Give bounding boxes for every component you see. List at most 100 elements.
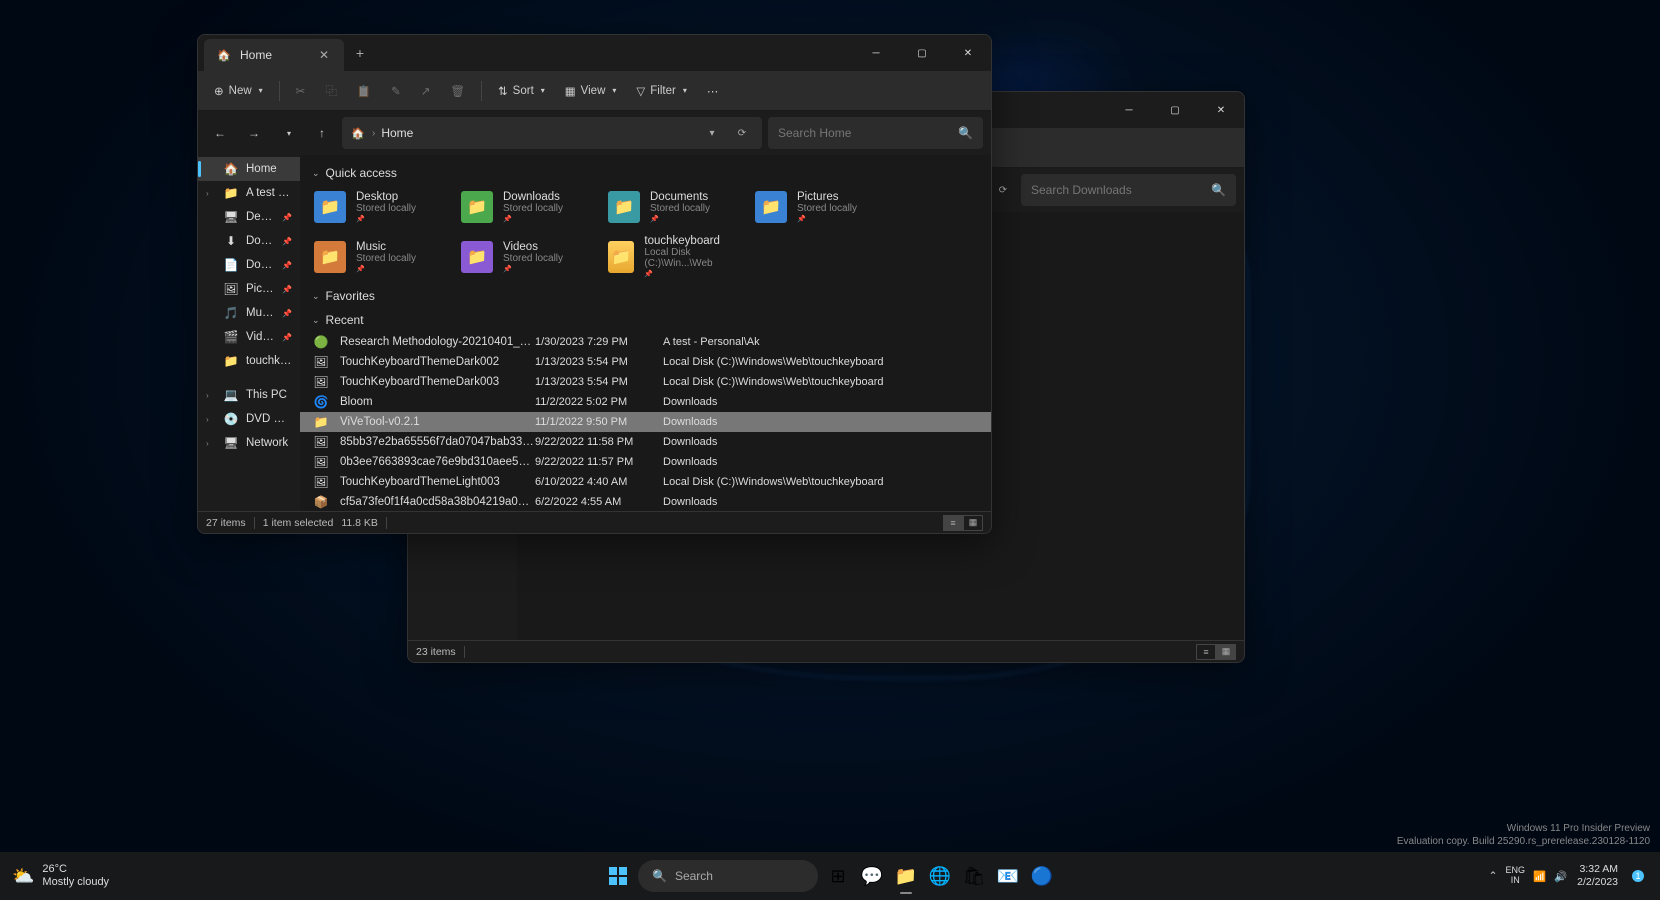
sidebar-item[interactable]: ›📁A test - Personal [198,181,300,205]
search-input[interactable] [1031,183,1211,197]
delete-button[interactable]: 🗑 [442,79,473,103]
recent-item[interactable]: 🖼TouchKeyboardThemeDark0021/13/2023 5:54… [300,352,991,372]
refresh-icon[interactable]: ⟳ [991,178,1015,202]
maximize-button[interactable]: ▢ [899,35,945,71]
breadcrumb[interactable]: Home [381,126,694,140]
view-grid-button[interactable]: ▦ [963,515,983,531]
back-button[interactable]: ← [206,119,234,147]
clock[interactable]: 3:32 AM2/2/2023 [1577,863,1618,888]
sort-button[interactable]: ⇅ Sort▾ [490,79,553,103]
quick-access-item[interactable]: 📁DownloadsStored locally📌 [455,189,600,225]
quick-access-item[interactable]: 📁DocumentsStored locally📌 [602,189,747,225]
search-box[interactable]: 🔍 [768,117,983,149]
refresh-icon[interactable]: ⟳ [730,121,754,145]
minimize-button[interactable]: ─ [1106,92,1152,128]
selection-count: 1 item selected [263,517,334,529]
language-indicator[interactable]: ENGIN [1505,866,1525,886]
view-details-button[interactable]: ≡ [943,515,963,531]
section-favorites[interactable]: ⌄ Favorites [300,284,991,308]
forward-button[interactable]: → [240,119,268,147]
weather-widget[interactable]: ⛅ 26°C Mostly cloudy [12,863,109,889]
sidebar-item[interactable]: ⬇Downloads📌 [198,229,300,253]
quick-access-item[interactable]: 📁DesktopStored locally📌 [308,189,453,225]
start-button[interactable] [604,862,632,890]
minimize-button[interactable]: ─ [853,35,899,71]
wifi-icon[interactable]: 📶 [1533,870,1546,883]
task-view-button[interactable]: ⊞ [824,862,852,890]
quick-access-item[interactable]: 📁VideosStored locally📌 [455,233,600,280]
sidebar-item[interactable]: 🏠Home [198,157,300,181]
sidebar-item[interactable]: 🖥Desktop📌 [198,205,300,229]
section-quick-access[interactable]: ⌄ Quick access [300,161,991,185]
recent-item[interactable]: 📦cf5a73fe0f1f4a0cd58a38b04219a0167354f87… [300,492,991,511]
share-button[interactable]: ↗ [413,79,439,103]
edge-app[interactable]: 🌐 [926,862,954,890]
chevron-down-icon: ⌄ [312,291,320,302]
sidebar-item[interactable]: 🖼Pictures📌 [198,277,300,301]
browser-app[interactable]: 🔵 [1028,862,1056,890]
sidebar-item[interactable]: 🎵Music📌 [198,301,300,325]
content[interactable]: ⌄ Quick access 📁DesktopStored locally📌📁D… [300,155,991,511]
close-button[interactable]: ✕ [945,35,991,71]
home-icon: 🏠 [350,125,366,141]
recent-item[interactable]: 🖼TouchKeyboardThemeLight0036/10/2022 4:4… [300,472,991,492]
recent-item[interactable]: 🖼TouchKeyboardThemeDark0031/13/2023 5:54… [300,372,991,392]
chevron-up-icon[interactable]: ⌃ [1489,870,1498,882]
view-grid-button[interactable]: ▦ [1216,644,1236,660]
paste-button[interactable]: 📋 [349,79,379,103]
dropdown-icon[interactable]: ▾ [700,121,724,145]
close-button[interactable]: ✕ [1198,92,1244,128]
build-watermark: Windows 11 Pro Insider Preview Evaluatio… [1397,822,1650,848]
recent-item[interactable]: 🟢Research Methodology-20210401_040256-Me… [300,332,991,352]
system-tray[interactable]: ⌃ ENGIN 📶 🔊 [1489,866,1567,886]
section-recent[interactable]: ⌄ Recent [300,308,991,332]
search-icon: 🔍 [958,126,973,140]
item-count: 23 items [416,646,456,658]
volume-icon[interactable]: 🔊 [1554,870,1567,883]
new-tab-button[interactable]: + [344,37,376,69]
statusbar: 27 items 1 item selected 11.8 KB ≡ ▦ [198,511,991,533]
search-icon: 🔍 [652,869,667,883]
quick-access-item[interactable]: 📁PicturesStored locally📌 [749,189,894,225]
quick-access-item[interactable]: 📁touchkeyboardLocal Disk (C:)\Win...\Web… [602,233,747,280]
rename-button[interactable]: ✎ [383,79,409,103]
tab-close-icon[interactable]: ✕ [316,47,332,63]
sidebar-item[interactable]: ›🖥Network [198,431,300,455]
new-button[interactable]: ⊕ New▾ [206,79,271,103]
recent-item[interactable]: 🖼0b3ee7663893cae76e9bd310aee59b70d76cc47… [300,452,991,472]
recent-item[interactable]: 🌀Bloom11/2/2022 5:02 PMDownloads [300,392,991,412]
tab-home[interactable]: 🏠 Home ✕ [204,39,344,71]
recent-button[interactable]: ▾ [274,119,302,147]
cut-button[interactable]: ✂ [288,79,314,103]
sidebar-item[interactable]: 📄Documents📌 [198,253,300,277]
navbar: ← → ▾ ↑ 🏠 › Home ▾ ⟳ 🔍 [198,111,991,155]
more-button[interactable]: ⋯ [699,79,727,103]
sidebar-item[interactable]: ›💻This PC [198,383,300,407]
search-input[interactable] [778,126,958,140]
maximize-button[interactable]: ▢ [1152,92,1198,128]
mail-app[interactable]: 📧 [994,862,1022,890]
quick-access-item[interactable]: 📁MusicStored locally📌 [308,233,453,280]
store-app[interactable]: 🛍 [960,862,988,890]
sidebar-item[interactable]: 🎬Videos📌 [198,325,300,349]
recent-item[interactable]: 🖼85bb37e2ba65556f7da07047bab330e3534c80a… [300,432,991,452]
file-explorer-app[interactable]: 📁 [892,862,920,890]
chat-app[interactable]: 💬 [858,862,886,890]
taskbar-search[interactable]: 🔍 Search [638,860,818,892]
up-button[interactable]: ↑ [308,119,336,147]
sidebar-item[interactable]: 📁touchkeyboard [198,349,300,373]
notification-button[interactable]: 1 [1628,866,1648,886]
copy-icon: ⿻ [325,83,337,99]
address-bar[interactable]: 🏠 › Home ▾ ⟳ [342,117,762,149]
filter-button[interactable]: ▽ Filter▾ [628,79,694,103]
toolbar: ⊕ New▾ ✂ ⿻ 📋 ✎ ↗ 🗑 ⇅ Sort▾ ▦ View▾ ▽ Fil… [198,71,991,111]
separator [386,517,387,529]
copy-button[interactable]: ⿻ [317,78,345,104]
recent-item[interactable]: 📁ViVeTool-v0.2.111/1/2022 9:50 PMDownloa… [300,412,991,432]
search-box[interactable]: 🔍 [1021,174,1236,206]
sidebar-item[interactable]: ›💿DVD Drive (D:) CCC [198,407,300,431]
taskbar: ⛅ 26°C Mostly cloudy 🔍 Search ⊞ 💬 📁 🌐 🛍 … [0,852,1660,900]
view-button[interactable]: ▦ View▾ [557,79,625,103]
statusbar: 23 items ≡ ▦ [408,640,1244,662]
view-details-button[interactable]: ≡ [1196,644,1216,660]
